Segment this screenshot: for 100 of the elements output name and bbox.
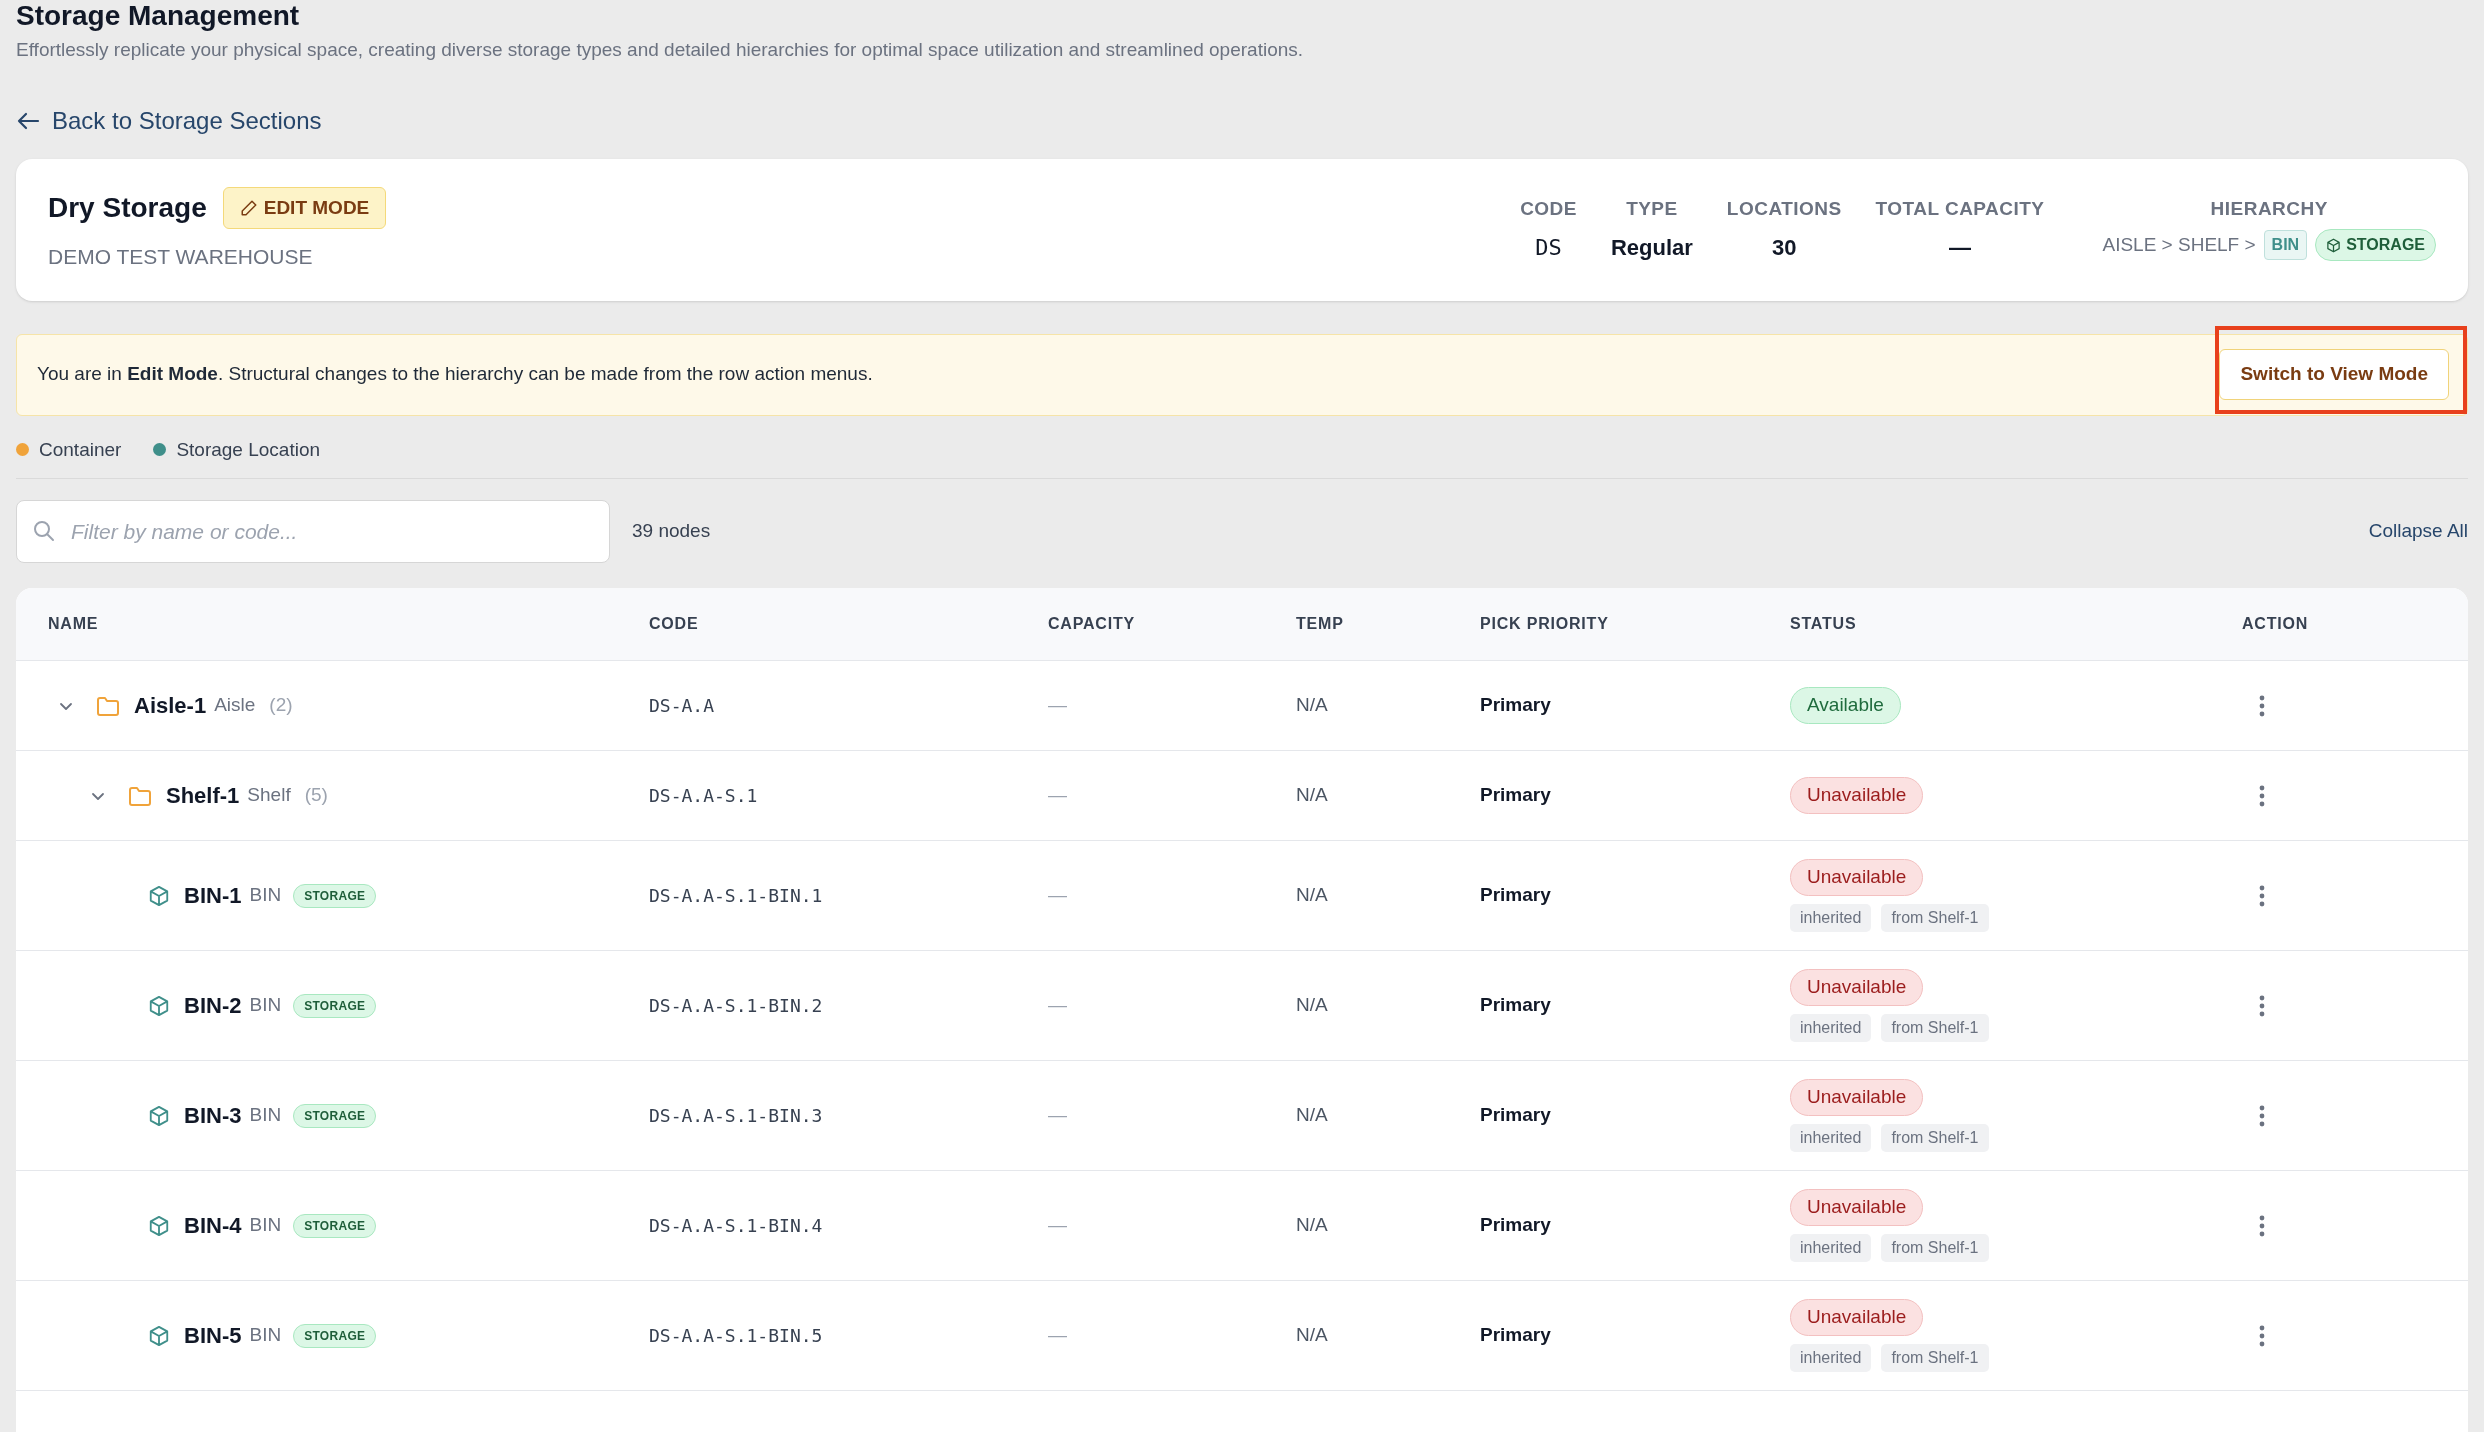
inherited-note: from Shelf-1 [1881, 1123, 1989, 1152]
hierarchy-path: AISLE > SHELF > [2102, 233, 2256, 257]
status-badge: Unavailable [1790, 969, 1924, 1006]
column-header: CAPACITY [1048, 615, 1135, 632]
capacity-value: — [1048, 784, 1067, 806]
level-tag: BIN [2263, 230, 2308, 261]
stat-value: 30 [1772, 234, 1797, 263]
cube-icon [2326, 237, 2342, 253]
more-options-icon[interactable] [2258, 694, 2266, 717]
inherited-note: from Shelf-1 [1881, 1343, 1989, 1372]
node-type: Shelf [247, 783, 291, 808]
pick-priority: Primary [1480, 694, 1551, 716]
more-options-icon[interactable] [2258, 1214, 2266, 1237]
node-count: 39 nodes [632, 519, 711, 544]
node-name: BIN-3 [184, 1102, 242, 1130]
pick-priority: Primary [1480, 994, 1551, 1016]
pick-priority: Primary [1480, 784, 1551, 806]
inherited-note: inherited [1790, 1233, 1872, 1262]
pencil-icon [239, 198, 258, 217]
stat-label: CODE [1520, 196, 1577, 221]
node-code: DS-A.A [649, 695, 715, 716]
page-title: Storage Management [16, 0, 301, 32]
storage-tag: STORAGE [293, 993, 377, 1018]
column-header: ACTION [2242, 615, 2309, 632]
folder-icon [96, 694, 120, 717]
node-name: BIN-2 [184, 992, 242, 1020]
inherited-note: from Shelf-1 [1881, 1013, 1989, 1042]
column-header: PICK PRIORITY [1480, 615, 1609, 632]
folder-icon [128, 784, 152, 807]
pick-priority: Primary [1480, 1214, 1551, 1236]
capacity-value: — [1048, 1214, 1067, 1236]
temp-value: N/A [1296, 1214, 1328, 1236]
arrow-left-icon [16, 110, 40, 131]
page-subtitle: Effortlessly replicate your physical space, creating diverse storage types and detailed hierarchies for optimal space utilization and streamlined operations. [16, 38, 1305, 62]
node-type: BIN [249, 993, 282, 1018]
capacity-value: — [1048, 1104, 1067, 1126]
temp-value: N/A [1296, 884, 1328, 906]
pick-priority: Primary [1480, 1324, 1551, 1346]
node-name: BIN-5 [184, 1322, 242, 1350]
node-code: DS-A.A-S.1 [649, 785, 758, 806]
temp-value: N/A [1296, 994, 1328, 1016]
stat-label: TOTAL CAPACITY [1875, 196, 2045, 221]
pick-priority: Primary [1480, 1104, 1551, 1126]
node-type: BIN [249, 1103, 282, 1128]
more-options-icon[interactable] [2258, 994, 2266, 1017]
node-code: DS-A.A-S.1-BIN.3 [649, 1105, 823, 1126]
capacity-value: — [1048, 884, 1067, 906]
filter-field[interactable]: Filter by name or code... [16, 500, 610, 563]
cube-icon [148, 1324, 170, 1347]
inherited-note: inherited [1790, 1123, 1872, 1152]
legend-label: Container [39, 437, 122, 462]
more-options-icon[interactable] [2258, 1324, 2266, 1347]
storage-tag: STORAGE [293, 1103, 377, 1128]
warehouse-name: DEMO TEST WAREHOUSE [48, 244, 314, 270]
stat-value: DS [1535, 234, 1562, 263]
stat-label: LOCATIONS [1726, 196, 1842, 221]
capacity-value: — [1048, 994, 1067, 1016]
back-link[interactable]: Back to Storage Sections [16, 102, 322, 139]
temp-value: N/A [1296, 784, 1328, 806]
status-badge: Unavailable [1790, 777, 1924, 814]
temp-value: N/A [1296, 1324, 1328, 1346]
inherited-note: inherited [1790, 1343, 1872, 1372]
storage-tag: STORAGE [293, 1213, 377, 1238]
capacity-value: — [1048, 1324, 1067, 1346]
cube-icon [148, 1214, 170, 1237]
legend-label: Storage Location [176, 437, 321, 462]
edit-mode-badge: EDIT MODE [222, 186, 387, 229]
status-badge: Available [1790, 687, 1901, 724]
storage-tag: STORAGE [293, 1323, 377, 1348]
storage-tag: STORAGE [293, 883, 377, 908]
child-count: (5) [304, 783, 328, 808]
more-options-icon[interactable] [2258, 884, 2266, 907]
cube-icon [148, 1104, 170, 1127]
inherited-note: from Shelf-1 [1881, 1233, 1989, 1262]
status-badge: Unavailable [1790, 1189, 1924, 1226]
node-type: BIN [249, 1213, 282, 1238]
stat-value: Regular [1610, 234, 1693, 263]
node-type: Aisle [214, 693, 256, 718]
capacity-value: — [1048, 694, 1067, 716]
storage-tag: STORAGE [2315, 229, 2436, 262]
node-code: DS-A.A-S.1-BIN.1 [649, 885, 823, 906]
node-code: DS-A.A-S.1-BIN.2 [649, 995, 823, 1016]
column-header: TEMP [1296, 615, 1344, 632]
column-header: NAME [48, 615, 99, 632]
column-header: CODE [649, 615, 699, 632]
more-options-icon[interactable] [2258, 1104, 2266, 1127]
node-code: DS-A.A-S.1-BIN.4 [649, 1215, 823, 1236]
stat-label: HIERARCHY [2210, 196, 2328, 221]
child-count: (2) [269, 693, 293, 718]
node-name: BIN-1 [184, 882, 242, 910]
node-type: BIN [249, 1323, 282, 1348]
inherited-note: inherited [1790, 1013, 1872, 1042]
more-options-icon[interactable] [2258, 784, 2266, 807]
column-header: STATUS [1790, 615, 1857, 632]
node-code: DS-A.A-S.1-BIN.5 [649, 1325, 823, 1346]
collapse-all-button[interactable]: Collapse All [2368, 517, 2468, 546]
section-name: Dry Storage [48, 190, 207, 225]
status-badge: Unavailable [1790, 1299, 1924, 1336]
pick-priority: Primary [1480, 884, 1551, 906]
switch-view-mode-button[interactable]: Switch to View Mode [2219, 349, 2449, 400]
